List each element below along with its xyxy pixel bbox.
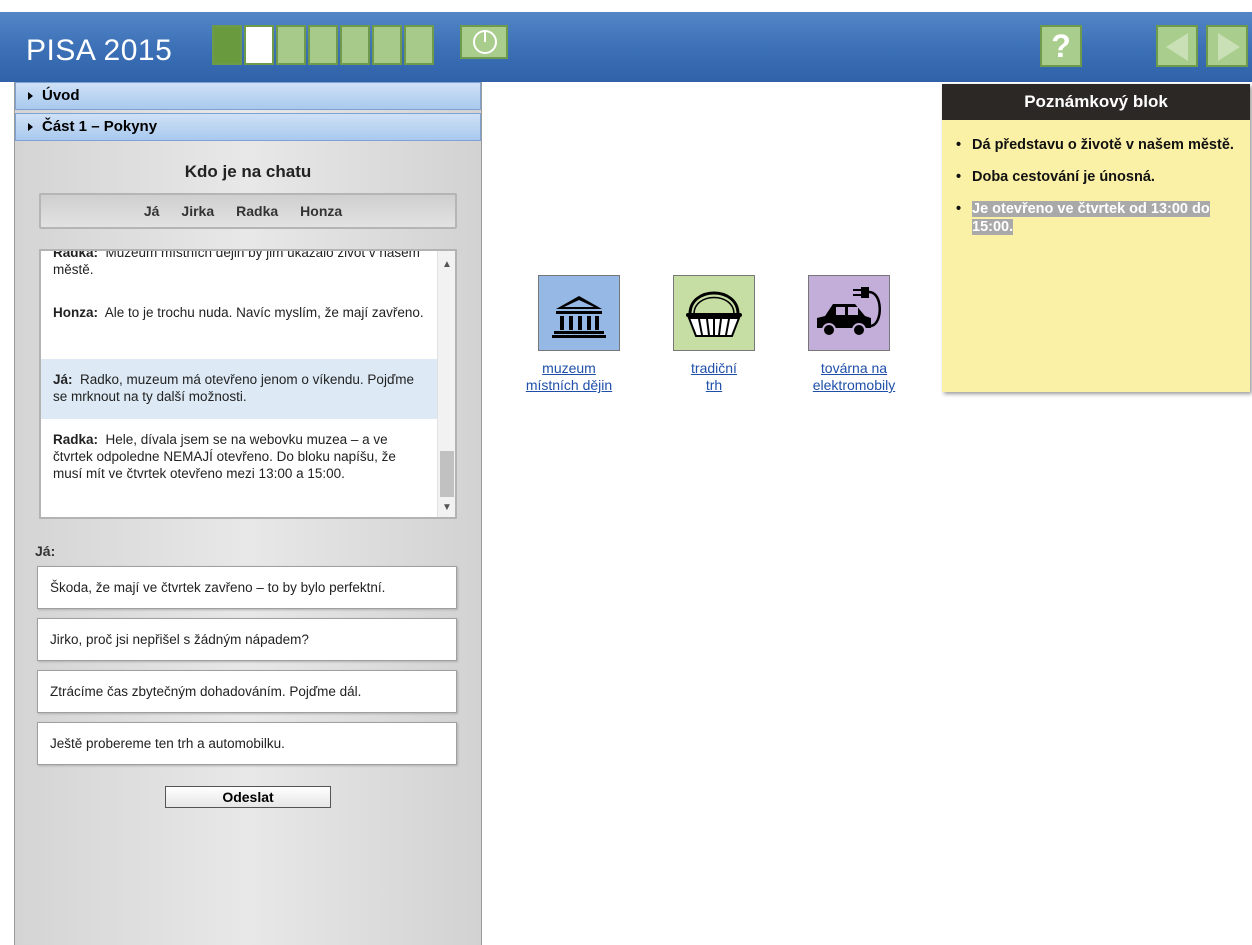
progress-segment (372, 25, 402, 65)
progress-indicator (212, 25, 436, 65)
clock-icon (473, 30, 497, 54)
message-speaker: Já: (53, 372, 73, 387)
notepad-title: Poznámkový blok (942, 84, 1250, 120)
progress-segment-current (244, 25, 274, 65)
arrow-left-icon (1166, 33, 1188, 61)
place-label-line: elektromobily (812, 377, 896, 393)
message-text: Radko, muzeum má otevřeno jenom o víkend… (53, 372, 414, 404)
place-label-line: tradiční (691, 360, 737, 376)
progress-segment (404, 25, 434, 65)
reply-option[interactable]: Jirko, proč jsi nepřišel s žádným nápade… (37, 618, 457, 661)
place-link[interactable]: muzeum místních dějin (514, 360, 624, 394)
note-item[interactable]: Dá představu o životě v našem městě. (956, 136, 1246, 154)
participant-name: Honza (300, 203, 343, 219)
message-speaker: Radka: (53, 249, 99, 260)
place-label-line: trh (705, 377, 723, 393)
reply-option[interactable]: Ještě probereme ten trh a automobilku. (37, 722, 457, 765)
chevron-right-icon (28, 92, 33, 100)
accordion-label: Část 1 – Pokyny (42, 118, 158, 135)
chat-title: Kdo je na chatu (184, 162, 312, 181)
reply-option[interactable]: Škoda, že mají ve čtvrtek zavřeno – to b… (37, 566, 457, 609)
place-label-line: muzeum (542, 360, 596, 376)
scroll-thumb[interactable] (440, 451, 454, 497)
progress-segment (308, 25, 338, 65)
accordion-label: Úvod (42, 87, 80, 104)
place-link[interactable]: továrna na elektromobily (799, 360, 909, 394)
notepad-list[interactable]: Dá představu o životě v našem městě. Dob… (956, 136, 1246, 250)
chat-message: Radka: Muzeum místních dějin by jim ukáz… (41, 249, 437, 284)
message-speaker: Radka: (53, 432, 99, 447)
message-text: Muzeum místních dějin by jim ukázalo živ… (53, 249, 420, 277)
chat-message-own: Já: Radko, muzeum má otevřeno jenom o ví… (41, 359, 437, 419)
scroll-down-icon[interactable]: ▼ (442, 502, 452, 513)
basket-icon (686, 291, 742, 337)
progress-segment (212, 25, 242, 65)
send-button[interactable]: Odeslat (165, 786, 331, 808)
arrow-right-icon (1218, 33, 1240, 61)
chat-panel: Úvod Část 1 – Pokyny Kdo je na chatu Já … (14, 82, 482, 945)
message-text: Hele, dívala jsem se na webovku muzea – … (53, 432, 396, 481)
note-text: Doba cestování je únosná. (972, 169, 1155, 185)
chat-log[interactable]: Radka: Muzeum místních dějin by jim ukáz… (39, 249, 457, 519)
note-item-selected[interactable]: Je otevřeno ve čtvrtek od 13:00 do 15:00… (956, 200, 1246, 236)
timer-button[interactable] (460, 25, 508, 59)
electric-car-icon (817, 287, 881, 337)
app-title: PISA 2015 (26, 34, 173, 67)
note-text: Dá představu o životě v našem městě. (972, 137, 1234, 153)
previous-button[interactable] (1156, 25, 1198, 67)
participants-bar: Já Jirka Radka Honza (39, 193, 457, 229)
chevron-right-icon (28, 123, 33, 131)
market-tile[interactable] (673, 275, 755, 351)
accordion-instructions[interactable]: Část 1 – Pokyny (15, 113, 481, 141)
place-label-line: továrna na (820, 360, 888, 376)
museum-tile[interactable] (538, 275, 620, 351)
chat-message: Radka: Hele, dívala jsem se na webovku m… (41, 431, 437, 482)
place-link[interactable]: tradiční trh (659, 360, 769, 394)
progress-segment (276, 25, 306, 65)
participant-name: Jirka (181, 203, 215, 219)
note-text: Je otevřeno ve čtvrtek od 13:00 do 15:00… (972, 201, 1210, 235)
message-text: Ale to je trochu nuda. Navíc myslím, že … (104, 305, 424, 320)
reply-option[interactable]: Ztrácíme čas zbytečným dohadováním. Pojď… (37, 670, 457, 713)
chat-message: Honza: Ale to je trochu nuda. Navíc mysl… (41, 298, 437, 327)
next-button[interactable] (1206, 25, 1248, 67)
help-button[interactable]: ? (1040, 25, 1082, 67)
participant-name: Radka (236, 203, 279, 219)
note-item[interactable]: Doba cestování je únosná. (956, 168, 1246, 186)
scroll-up-icon[interactable]: ▲ (442, 259, 452, 270)
notepad: Poznámkový blok Dá představu o životě v … (942, 84, 1250, 392)
accordion-intro[interactable]: Úvod (15, 82, 481, 110)
participant-name: Já (143, 203, 160, 219)
museum-icon (552, 296, 606, 338)
progress-segment (340, 25, 370, 65)
reply-label: Já: (35, 543, 56, 559)
message-speaker: Honza: (53, 305, 98, 320)
place-label-line: místních dějin (525, 377, 613, 393)
factory-tile[interactable] (808, 275, 890, 351)
chat-scrollbar[interactable]: ▲ ▼ (437, 251, 455, 517)
top-bar: PISA 2015 ? (0, 0, 1252, 82)
